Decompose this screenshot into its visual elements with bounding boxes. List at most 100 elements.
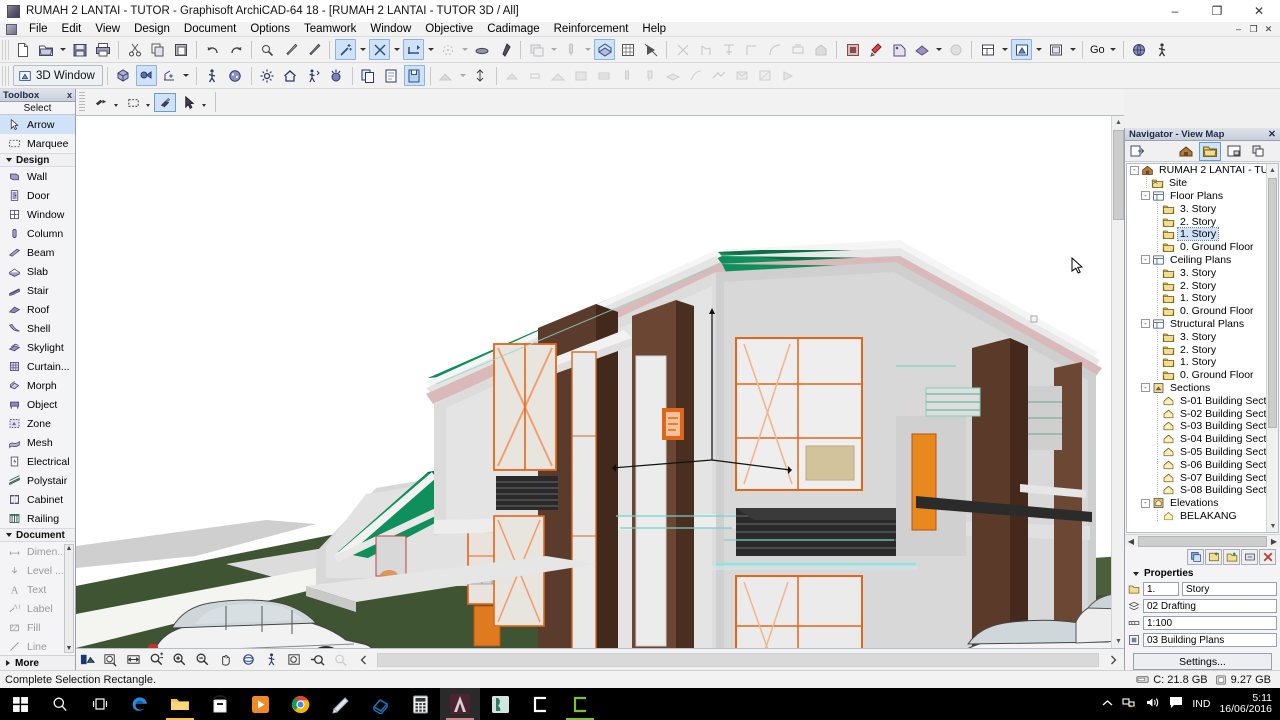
scroll-down-icon[interactable]: ▼	[1112, 635, 1124, 648]
start-button[interactable]	[0, 688, 40, 720]
tool-wall[interactable]: Wall	[0, 167, 75, 186]
doc-tool-13-button[interactable]	[778, 65, 799, 86]
copy-view-button[interactable]	[358, 65, 379, 86]
orientation-cube-button[interactable]	[77, 651, 98, 669]
close-button[interactable]: ✕	[1238, 0, 1280, 22]
edge-button[interactable]	[120, 688, 160, 720]
morph-tools-dropdown[interactable]	[933, 39, 944, 60]
3d-viewport[interactable]: ▲ ▼	[76, 116, 1124, 648]
tree-expander[interactable]: -	[1141, 383, 1150, 393]
zoom-in-out-button[interactable]	[146, 651, 167, 669]
tree-item-1-story[interactable]: 1. Story	[1127, 292, 1278, 305]
snap-guide-button[interactable]	[403, 39, 424, 60]
tree-item-2-story[interactable]: 2. Story	[1127, 343, 1278, 356]
scroll-up-icon[interactable]: ▲	[1112, 116, 1124, 129]
clock[interactable]: 5:11 16/06/2016	[1219, 693, 1272, 715]
pan-button[interactable]	[215, 651, 236, 669]
tree-expander[interactable]: -	[1141, 191, 1150, 201]
tool-morph[interactable]: Morph	[0, 376, 75, 395]
marquee-settings-button[interactable]	[122, 93, 144, 112]
network-icon[interactable]	[1122, 696, 1137, 712]
tree-item-ceiling-plans[interactable]: - Ceiling Plans	[1127, 254, 1278, 267]
3d-model-render[interactable]	[76, 116, 1124, 648]
marquee-3d-dropdown[interactable]	[458, 65, 469, 86]
scroll-thumb[interactable]	[1113, 130, 1124, 220]
cut-button[interactable]	[124, 39, 145, 60]
arrow-settings-button[interactable]	[90, 93, 112, 112]
toolbox-group-more[interactable]: More	[0, 655, 75, 670]
tree-item-3-story[interactable]: 3. Story	[1127, 266, 1278, 279]
layer-settings-button[interactable]	[526, 39, 547, 60]
zoom-out-button[interactable]	[192, 651, 213, 669]
toolbox-group-design[interactable]: Design	[0, 153, 75, 167]
3d-styles-button[interactable]	[225, 65, 246, 86]
settings-button[interactable]: Settings...	[1133, 653, 1272, 670]
navigator-horizontal-scrollbar[interactable]: ◀ ▶	[1125, 534, 1280, 547]
new-file-button[interactable]	[12, 39, 33, 60]
go-to-view-dropdown[interactable]	[1108, 39, 1119, 60]
layout-view-button[interactable]	[1045, 39, 1066, 60]
tree-item-s-02-building-sectio[interactable]: S-02 Building Sectio	[1127, 407, 1278, 420]
floor-plan-view-button[interactable]	[977, 39, 998, 60]
redo-button[interactable]	[225, 39, 246, 60]
zoom-selected-button[interactable]	[307, 651, 328, 669]
tree-expander[interactable]: -	[1141, 498, 1150, 508]
tree-item-s-05-building-sectio[interactable]: S-05 Building Sectio	[1127, 445, 1278, 459]
chevron-down-icon[interactable]	[146, 103, 150, 107]
3d-cutaway-button[interactable]	[594, 39, 615, 60]
tree-item-rumah-2-lantai-tutor[interactable]: - RUMAH 2 LANTAI - TUTOR	[1127, 164, 1278, 177]
layout-book-button[interactable]	[1223, 142, 1245, 161]
tree-item-3-story[interactable]: 3. Story	[1127, 202, 1278, 215]
mdi-restore-button[interactable]: ❐	[1246, 22, 1261, 36]
surface-painter-button[interactable]	[945, 39, 966, 60]
3d-view-button[interactable]	[1011, 39, 1032, 60]
layer-settings-dropdown[interactable]	[548, 39, 559, 60]
maximize-button[interactable]: ❐	[1196, 0, 1238, 22]
tree-item-2-story[interactable]: 2. Story	[1127, 215, 1278, 228]
orbit-button[interactable]	[238, 651, 259, 669]
toolbox-scrollbar[interactable]: ▲ ▼	[64, 544, 74, 653]
menu-edit[interactable]: Edit	[55, 22, 89, 37]
tool-mesh[interactable]: Mesh	[0, 433, 75, 452]
scroll-thumb[interactable]	[1138, 535, 1267, 547]
render-settings-button[interactable]	[326, 65, 347, 86]
menu-view[interactable]: View	[88, 22, 127, 37]
scale-field[interactable]: 1:100	[1143, 616, 1277, 630]
tree-item-0-ground-floor[interactable]: 0. Ground Floor	[1127, 369, 1278, 382]
explore-3d-button[interactable]	[261, 651, 282, 669]
chrome-button[interactable]	[280, 688, 320, 720]
mdi-close-button[interactable]: ✕	[1261, 22, 1276, 36]
store-button[interactable]	[200, 688, 240, 720]
navigator-close-icon[interactable]: ✕	[1268, 129, 1276, 140]
clone-folder-button[interactable]	[1187, 548, 1204, 565]
trim-button[interactable]	[672, 39, 693, 60]
task-view-button[interactable]	[80, 688, 120, 720]
tool-door[interactable]: Door	[0, 186, 75, 205]
undo-button[interactable]	[202, 39, 223, 60]
navigator-vertical-scrollbar[interactable]: ▲ ▼	[1266, 164, 1278, 532]
3d-view-dropdown[interactable]	[1033, 39, 1044, 60]
inject-parameters-button[interactable]	[303, 39, 324, 60]
tree-item-s-08-building-sectio[interactable]: S-08 Building Sectio	[1127, 484, 1278, 497]
properties-header[interactable]: Properties	[1125, 566, 1280, 581]
menu-objective[interactable]: Objective	[418, 22, 480, 37]
tool-arrow[interactable]: Arrow	[0, 115, 75, 134]
scroll-up-icon[interactable]: ▲	[66, 545, 73, 552]
doc-tool-1-button[interactable]	[502, 65, 523, 86]
3d-walk-button[interactable]	[1152, 39, 1173, 60]
tree-item-sections[interactable]: - Sections	[1127, 382, 1278, 395]
calculator-button[interactable]	[400, 688, 440, 720]
zoom-region-button[interactable]	[284, 651, 305, 669]
menu-document[interactable]: Document	[177, 22, 243, 37]
pen-set-field[interactable]: 03 Building Plans	[1143, 633, 1277, 647]
camtasia-button[interactable]	[520, 688, 560, 720]
toolbox-close-icon[interactable]: x	[67, 90, 72, 100]
camtasia-recorder-button[interactable]	[560, 688, 600, 720]
menu-file[interactable]: File	[22, 22, 55, 37]
mdi-minimize-button[interactable]: –	[1231, 22, 1246, 36]
viewport-vertical-scrollbar[interactable]: ▲ ▼	[1111, 116, 1124, 648]
viewport-horizontal-scrollbar[interactable]	[377, 652, 1099, 667]
align-vertical-button[interactable]	[470, 65, 491, 86]
scroll-left-icon[interactable]: ◀	[1125, 537, 1137, 546]
media-player-button[interactable]	[240, 688, 280, 720]
